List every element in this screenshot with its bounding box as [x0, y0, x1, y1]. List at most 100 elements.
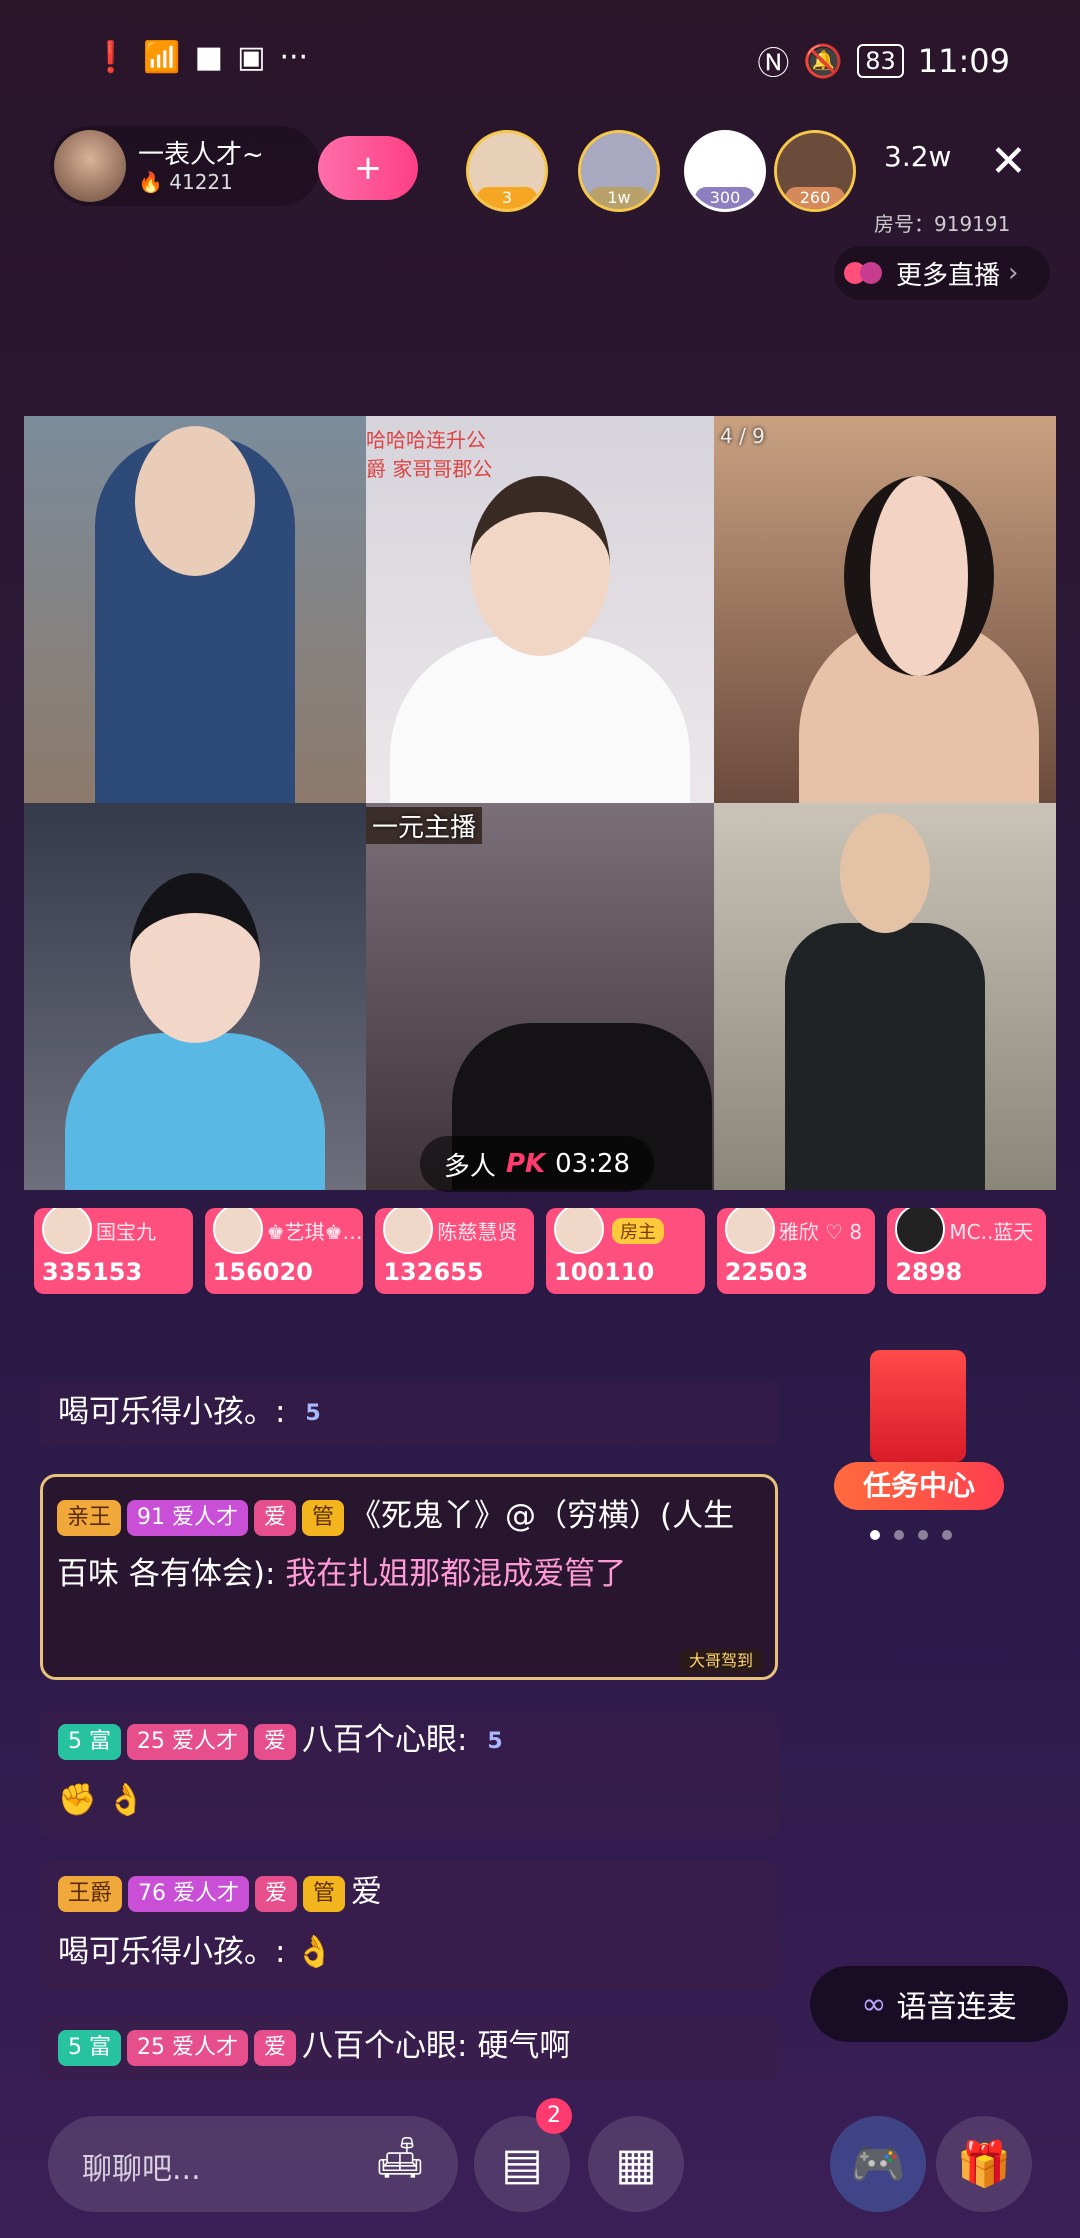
admin-badge: 管 [303, 1875, 346, 1912]
chat-message-featured[interactable]: 亲王 91 爱人才爱管《死鬼丫》@（穷横）(人生百味 各有体会): 我在扎姐那都混… [40, 1474, 778, 1680]
score-tile[interactable]: 雅欣 ♡ 8 22503 [716, 1208, 876, 1294]
viewer-badge: 3 [477, 187, 537, 209]
pk-countdown: 03:28 [555, 1149, 631, 1179]
fan-badge: 25 爱人才 [127, 1723, 248, 1760]
video-cell[interactable] [24, 803, 366, 1190]
fan-badge: 25 爱人才 [127, 2029, 248, 2066]
level-badge: 5 [487, 1728, 503, 1754]
admin-badge: 管 [302, 1499, 345, 1536]
chat-message[interactable]: 5 富 25 爱人才爱八百个心眼: 5 ✊ 👌 [40, 1710, 780, 1838]
close-icon[interactable]: ✕ [990, 136, 1027, 187]
gamepad-icon: 🎮 [850, 2139, 906, 2190]
status-icons-right: Ⓝ 🔕 83 11:09 [757, 38, 1010, 84]
viewer-badge: 1w [589, 187, 649, 209]
tile-score: 2898 [895, 1258, 963, 1286]
fan-badge: 76 爱人才 [128, 1875, 250, 1912]
clock: 11:09 [917, 42, 1010, 80]
live-rings-icon [844, 260, 888, 286]
corner-label: 大哥驾到 [678, 1649, 763, 1673]
chat-input[interactable]: 聊聊吧... 🛋 [48, 2116, 458, 2212]
noble-badge: 王爵 [58, 1875, 123, 1912]
viewer-count[interactable]: 3.2w [884, 140, 951, 173]
sofa-icon[interactable]: 🛋 [370, 2134, 430, 2194]
chat-text: 我在扎姐那都混成爱管了 [285, 1556, 627, 1592]
score-tile[interactable]: 陈慈慧贤 132655 [375, 1208, 535, 1294]
carousel-dot [894, 1530, 904, 1540]
host-avatar[interactable] [54, 130, 126, 202]
score-tiles: 国宝九 335153 ♚艺琪♚… 156020 陈慈慧贤 132655 房主 10011… [34, 1208, 1047, 1294]
score-tile[interactable]: 房主 100110 [546, 1208, 705, 1294]
video-cell[interactable] [714, 803, 1056, 1190]
tile-avatar [554, 1208, 605, 1254]
more-status-icon: ··· [279, 40, 309, 75]
video-cell[interactable] [24, 416, 366, 803]
love-badge: 爱 [255, 1875, 298, 1912]
tile-avatar [724, 1208, 775, 1254]
love-badge: 爱 [254, 1499, 297, 1536]
task-center-label: 任务中心 [834, 1462, 1004, 1510]
viewer-avatar[interactable]: 300 [684, 130, 766, 212]
chat-text: 硬气啊 [477, 2028, 571, 2064]
more-live-label: 更多直播 [896, 260, 1001, 291]
tile-score: 100110 [554, 1258, 655, 1286]
tile-score: 335153 [42, 1258, 143, 1286]
carousel-dot [918, 1530, 928, 1540]
carousel-dot [942, 1530, 952, 1540]
video-overlay-text: 4 / 9 [720, 424, 765, 448]
pk-timer: 多人 PK 03:28 [420, 1136, 654, 1192]
rank-badge: 5 富 [58, 1723, 121, 1760]
wifi-icon: 📶 [143, 40, 181, 75]
video-cell[interactable]: 一元主播 [366, 803, 714, 1190]
tile-avatar [212, 1208, 263, 1254]
carousel-dot [870, 1530, 880, 1540]
score-tile[interactable]: MC..蓝天 2898 [887, 1208, 1047, 1294]
level-badge: 5 [305, 1400, 321, 1426]
alert-icon: ❗ [92, 40, 130, 75]
chat-message[interactable]: 5 富 25 爱人才爱八百个心眼: 硬气啊 [40, 2016, 780, 2080]
chat-bubble-icon: ▤ [501, 2138, 543, 2190]
video-cell[interactable]: 哈哈哈连升公爵 家哥哥郡公 [366, 416, 714, 803]
status-bar: ❗ 📶 ■ ▣ ··· Ⓝ 🔕 83 11:09 [0, 0, 1080, 110]
task-center-button[interactable]: 任务中心 [834, 1350, 1004, 1514]
tile-score: 156020 [212, 1258, 313, 1286]
pk-icon: PK [505, 1149, 546, 1179]
love-badge: 爱 [254, 1723, 297, 1760]
tile-avatar [383, 1208, 434, 1254]
chat-message[interactable]: 王爵 76 爱人才爱管爱 喝可乐得小孩。: 👌 [40, 1862, 780, 1990]
app-icon: ▣ [237, 40, 266, 75]
tile-name: 雅欣 ♡ 8 [778, 1220, 863, 1244]
nfc-icon: Ⓝ [757, 44, 790, 82]
chat-user-start: 爱 [351, 1874, 383, 1910]
carousel-dots [870, 1530, 952, 1540]
score-tile[interactable]: 国宝九 335153 [34, 1208, 193, 1294]
score-tile[interactable]: ♚艺琪♚… 156020 [204, 1208, 364, 1294]
apps-button[interactable]: ▦ [588, 2116, 684, 2212]
tile-name: MC..蓝天 [949, 1220, 1034, 1244]
viewer-avatar[interactable]: 3 [466, 130, 548, 212]
chat-message[interactable]: 喝可乐得小孩。: 5 [40, 1382, 780, 1446]
chevron-right-icon: › [1008, 258, 1019, 288]
status-icons-left: ❗ 📶 ■ ▣ ··· [92, 40, 308, 75]
voice-link-button[interactable]: ∞ 语音连麦 [810, 1966, 1068, 2042]
gift-icon: 🎁 [956, 2139, 1012, 2190]
chat-emoji: ✊ 👌 [58, 1782, 146, 1818]
noble-badge: 亲王 [57, 1499, 122, 1536]
tile-score: 132655 [383, 1258, 484, 1286]
follow-button[interactable]: + [318, 136, 418, 200]
love-badge: 爱 [254, 2029, 297, 2066]
video-cell[interactable]: 4 / 9 [714, 416, 1056, 803]
battery-indicator: 83 [857, 44, 904, 78]
host-card[interactable]: 一表人才~ 🔥 41221 [50, 126, 320, 206]
viewer-badge: 260 [785, 187, 845, 209]
viewer-avatar[interactable]: 260 [774, 130, 856, 212]
video-grid: 哈哈哈连升公爵 家哥哥郡公 4 / 9 一元主播 [24, 416, 1056, 1190]
video-overlay-text: 哈哈哈连升公爵 家哥哥郡公 [366, 428, 493, 481]
gift-button[interactable]: 🎁 [936, 2116, 1032, 2212]
chat-input-placeholder: 聊聊吧... [82, 2152, 201, 2187]
mute-icon: 🔕 [803, 42, 844, 80]
game-button[interactable]: 🎮 [830, 2116, 926, 2212]
tile-avatar [895, 1208, 946, 1254]
red-envelope-icon [870, 1350, 966, 1462]
viewer-avatar[interactable]: 1w [578, 130, 660, 212]
more-live-button[interactable]: 更多直播 › [834, 246, 1050, 300]
